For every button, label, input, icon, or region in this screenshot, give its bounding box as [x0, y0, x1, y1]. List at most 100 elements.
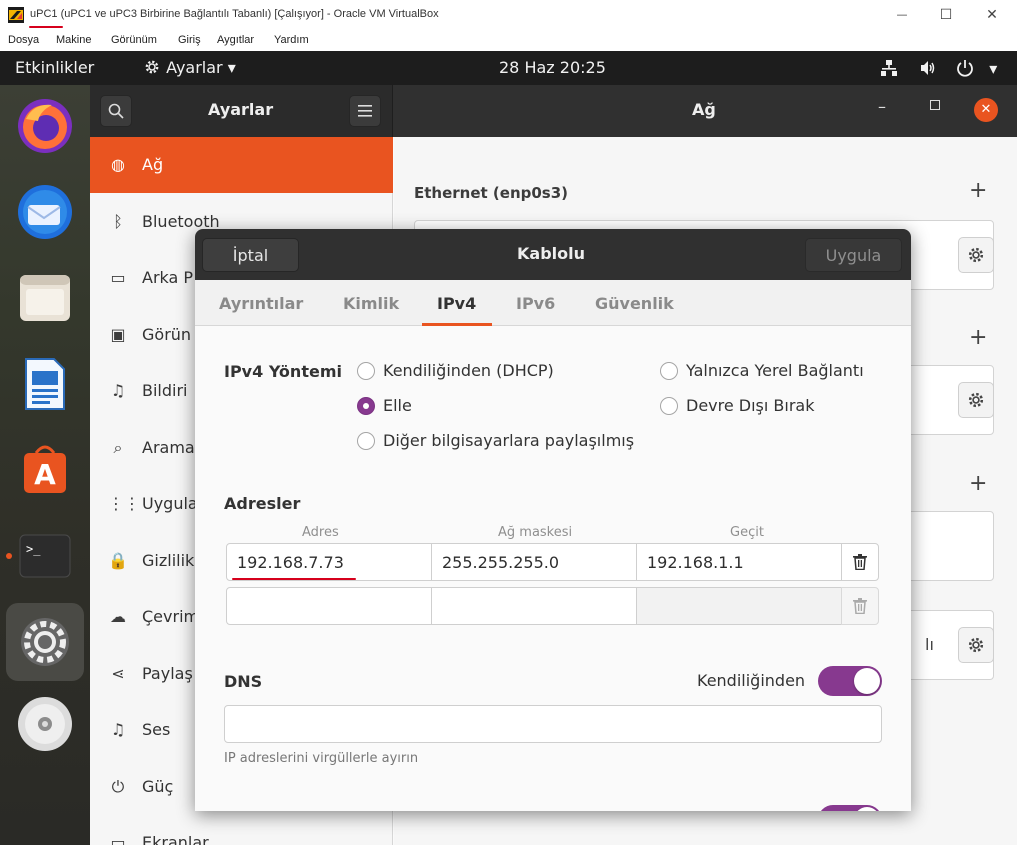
lock-icon: 🔒	[108, 550, 128, 570]
panel-title: Ağ	[692, 100, 716, 119]
tray-arrow-icon: ▾	[989, 59, 998, 78]
radio-shared-label: Diğer bilgisayarlara paylaşılmış	[383, 431, 635, 450]
netmask-input[interactable]: 255.255.255.0	[431, 543, 637, 581]
radio-disabled-label: Devre Dışı Bırak	[686, 396, 815, 415]
routes-auto-switch[interactable]	[818, 805, 882, 811]
radio-shared[interactable]: Diğer bilgisayarlara paylaşılmış	[357, 431, 634, 450]
ethernet-settings-button[interactable]	[958, 237, 994, 273]
tab-details[interactable]: Ayrıntılar	[219, 294, 303, 313]
bell-icon: ♫	[110, 381, 126, 400]
radio-disabled-indicator	[660, 396, 678, 415]
radio-dhcp-indicator	[357, 361, 375, 380]
libreoffice-writer-icon[interactable]	[14, 353, 76, 415]
other-settings-button[interactable]	[958, 627, 994, 663]
ubuntu-software-icon[interactable]: A	[14, 439, 76, 501]
vpn-settings-button[interactable]	[958, 382, 994, 418]
sidebar-item-0[interactable]: ◍ Ağ	[90, 137, 393, 193]
sidebar-item-label: Uygula	[142, 494, 198, 513]
dns-hint: IP adreslerini virgüllerle ayırın	[224, 751, 419, 766]
sidebar-item-label: Bildiri	[142, 381, 188, 400]
menu-button[interactable]	[349, 95, 381, 127]
radio-link-local[interactable]: Yalnızca Yerel Bağlantı	[660, 361, 864, 380]
sidebar-item-label: Çevrim	[142, 607, 200, 626]
tab-ipv4[interactable]: IPv4	[437, 294, 476, 313]
radio-disabled[interactable]: Devre Dışı Bırak	[660, 396, 815, 415]
host-maximize-button[interactable]: ☐	[935, 4, 957, 26]
appearance-icon: ▣	[110, 324, 126, 344]
firefox-icon[interactable]	[14, 95, 76, 157]
host-titlebar: uPC1 (uPC1 ve uPC3 Birbirine Bağlantılı …	[0, 0, 1017, 31]
system-tray[interactable]: ▾	[880, 59, 997, 78]
sidebar-item-label: Ses	[142, 720, 171, 739]
sidebar-item-label: Paylaş	[142, 663, 193, 683]
column-gateway: Geçit	[730, 525, 764, 540]
apps-grid-icon: ⋮⋮	[108, 494, 140, 513]
settings-header-bar: Ayarlar Ağ – ✕	[90, 85, 1017, 137]
optical-disc-icon[interactable]	[14, 693, 76, 755]
sidebar-item-label: Güç	[142, 776, 174, 796]
host-close-button[interactable]: ✕	[981, 4, 1003, 26]
window-close-button[interactable]: ✕	[974, 98, 998, 122]
radio-link-local-label: Yalnızca Yerel Bağlantı	[686, 361, 864, 380]
radio-dhcp-label: Kendiliğinden (DHCP)	[383, 361, 554, 380]
tab-identity[interactable]: Kimlik	[343, 294, 399, 313]
radio-manual-indicator	[357, 396, 375, 415]
radio-manual[interactable]: Elle	[357, 396, 412, 415]
host-window-title: uPC1 (uPC1 ve uPC3 Birbirine Bağlantılı …	[30, 8, 439, 20]
display-icon: ▭	[110, 833, 126, 845]
window-minimize-button[interactable]: –	[878, 97, 886, 116]
sidebar-title: Ayarlar	[208, 100, 274, 119]
addresses-label: Adresler	[224, 494, 301, 513]
apply-button[interactable]: Uygula	[805, 238, 902, 272]
add-vpn-button[interactable]: +	[969, 325, 987, 350]
host-menu-yardim[interactable]: Yardım	[274, 34, 309, 46]
activities-button[interactable]: Etkinlikler	[15, 58, 94, 77]
clock[interactable]: 28 Haz 20:25	[499, 58, 606, 77]
host-menu-aygitlar[interactable]: Aygıtlar	[217, 34, 254, 46]
delete-row-button-disabled	[841, 587, 879, 625]
host-menu-giris[interactable]: Giriş	[178, 34, 201, 46]
radio-dhcp[interactable]: Kendiliğinden (DHCP)	[357, 361, 554, 380]
sidebar-item-12[interactable]: ▭ Ekranlar	[90, 815, 393, 845]
delete-row-button[interactable]	[841, 543, 879, 581]
cloud-icon: ☁	[110, 607, 126, 626]
netmask-input-empty[interactable]	[431, 587, 637, 625]
cancel-button[interactable]: İptal	[202, 238, 299, 272]
terminal-icon[interactable]: >_	[14, 525, 76, 587]
window-maximize-button[interactable]	[930, 100, 940, 110]
app-menu-button[interactable]: Ayarlar ▾	[143, 58, 236, 77]
dns-auto-label: Kendiliğinden	[697, 671, 806, 690]
add-connection-button[interactable]: +	[969, 178, 987, 203]
host-menubar: Dosya Makine Görünüm Giriş Aygıtlar Yard…	[0, 31, 1017, 51]
host-minimize-button[interactable]: —	[891, 4, 913, 26]
sidebar-item-label: Bluetooth	[142, 211, 220, 231]
column-address: Adres	[302, 525, 339, 540]
ipv4-method-label: IPv4 Yöntemi	[224, 362, 342, 381]
radio-link-local-indicator	[660, 361, 678, 380]
search-icon	[108, 103, 124, 119]
thunderbird-icon[interactable]	[14, 181, 76, 243]
host-menu-dosya[interactable]: Dosya	[8, 34, 39, 46]
add-proxy-button[interactable]: +	[969, 471, 987, 496]
files-icon[interactable]	[14, 267, 76, 329]
app-menu-arrow-icon: ▾	[227, 58, 236, 77]
host-menu-gorunum[interactable]: Görünüm	[111, 34, 157, 46]
settings-dock-icon[interactable]	[6, 603, 84, 681]
dns-label: DNS	[224, 672, 263, 691]
gear-icon	[968, 247, 984, 263]
hamburger-icon	[358, 105, 372, 117]
tab-security[interactable]: Güvenlik	[595, 294, 674, 313]
svg-text:>_: >_	[26, 542, 41, 556]
sidebar-item-label: Gizlilik	[142, 550, 195, 570]
host-menu-makine[interactable]: Makine	[56, 34, 91, 46]
gateway-input[interactable]: 192.168.1.1	[636, 543, 842, 581]
search-icon: ⌕	[113, 437, 123, 457]
address-input[interactable]: 192.168.7.73	[226, 543, 432, 581]
background-icon: ▭	[110, 268, 126, 287]
dns-auto-switch[interactable]	[818, 666, 882, 696]
address-input-empty[interactable]	[226, 587, 432, 625]
dialog-tabs: Ayrıntılar Kimlik IPv4 IPv6 Güvenlik	[195, 280, 911, 326]
search-button[interactable]	[100, 95, 132, 127]
tab-ipv6[interactable]: IPv6	[516, 294, 555, 313]
dns-input[interactable]	[224, 705, 882, 743]
